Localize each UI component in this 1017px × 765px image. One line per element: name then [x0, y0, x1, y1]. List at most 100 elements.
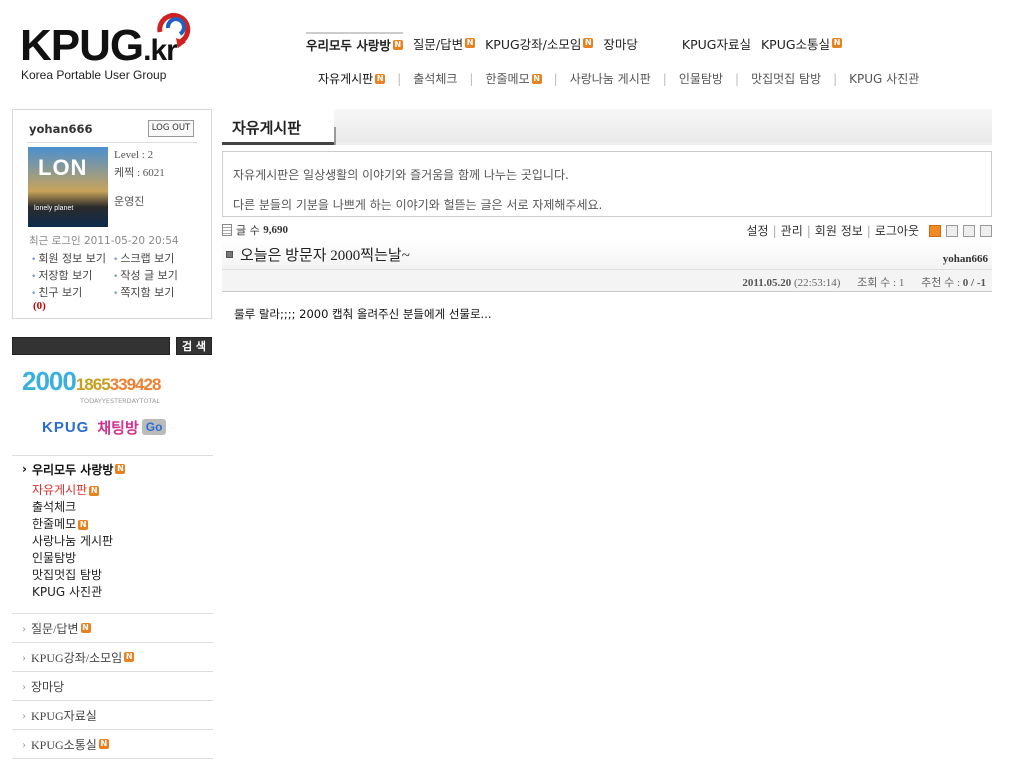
user-points: 케찍 : 6021	[114, 167, 165, 179]
username: yohan666	[29, 122, 93, 136]
top-nav-item-3[interactable]: 장마당	[603, 34, 638, 53]
new-badge-icon: N	[89, 485, 100, 496]
member-info-link[interactable]: 회원 정보	[815, 222, 863, 239]
post-date: 2011.05.20	[742, 277, 792, 289]
side-section-2: 장마당	[12, 671, 213, 700]
nav-separator: |	[469, 71, 474, 86]
new-badge-icon: N	[98, 739, 109, 749]
total-count: 339428	[109, 375, 162, 394]
user-level: Level : 2	[114, 149, 154, 161]
message-count[interactable]: (0)	[33, 300, 46, 312]
logo-tagline: Korea Portable User Group	[21, 68, 167, 82]
list-view-icon[interactable]	[946, 224, 958, 237]
side-section-4: KPUG소통실N	[12, 729, 213, 758]
side-section-title[interactable]: 질문/답변N	[12, 614, 213, 642]
nav-separator: |	[397, 71, 402, 86]
chat-go-button[interactable]: Go	[141, 419, 167, 435]
user-role: 운영진	[114, 195, 145, 208]
side-section-title[interactable]: KPUG강좌/소모임N	[12, 643, 213, 671]
new-badge-icon: N	[375, 73, 386, 84]
settings-link[interactable]: 설정	[747, 222, 769, 239]
rss-icon[interactable]	[929, 224, 941, 237]
top-nav-item-4[interactable]: KPUG자료실	[682, 34, 751, 53]
avatar[interactable]: LON lonely planet	[28, 147, 108, 227]
nav-separator: |	[662, 71, 667, 86]
bullet-icon	[226, 251, 233, 258]
logo-brand: KPUG.kr	[20, 21, 178, 70]
top-nav-item-2[interactable]: KPUG강좌/소모임 N	[485, 34, 594, 53]
post-author[interactable]: yohan666	[943, 253, 988, 265]
top-nav-item-0[interactable]: 우리모두 사랑방 N	[306, 32, 403, 54]
member-info-link[interactable]: 회원 정보 보기	[31, 250, 113, 266]
scrap-link[interactable]: 스크랩 보기	[113, 250, 201, 266]
nav-separator: |	[553, 71, 558, 86]
sub-nav-item-2[interactable]: 한줄메모 N	[485, 70, 542, 87]
friends-link[interactable]: 친구 보기	[31, 284, 113, 300]
side-sub-item-6[interactable]: KPUG 사진관	[32, 584, 213, 601]
messages-link[interactable]: 쪽지함 보기	[113, 284, 201, 300]
new-badge-icon: N	[465, 38, 476, 48]
side-menu: 우리모두 사랑방N 자유게시판N출석체크한줄메모N사랑나눔 게시판인물탐방맛집멋…	[12, 455, 213, 759]
search-bar: 검 색	[12, 337, 212, 355]
side-section-3: KPUG자료실	[12, 700, 213, 729]
sub-nav-item-4[interactable]: 인물탐방	[679, 70, 723, 87]
chat-room-banner[interactable]: KPUG 채팅방 Go	[42, 416, 167, 438]
side-section-title[interactable]: KPUG소통실N	[12, 730, 213, 758]
saved-link[interactable]: 저장함 보기	[31, 267, 113, 283]
board-title-bar: 자유게시판	[222, 109, 992, 145]
divider	[12, 758, 213, 759]
side-section-open: 우리모두 사랑방N 자유게시판N출석체크한줄메모N사랑나눔 게시판인물탐방맛집멋…	[12, 455, 213, 613]
sub-nav-item-0[interactable]: 자유게시판 N	[318, 70, 386, 87]
search-input[interactable]	[12, 337, 170, 355]
document-icon	[222, 224, 232, 236]
nav-separator: |	[833, 71, 838, 86]
member-links: 회원 정보 보기 스크랩 보기 저장함 보기 작성 글 보기 친구 보기 쪽지함…	[31, 250, 201, 300]
view-count: 1	[898, 277, 905, 289]
divider	[27, 142, 197, 143]
sub-nav-item-1[interactable]: 출석체크	[413, 70, 457, 87]
side-sub-item-2[interactable]: 한줄메모 N	[32, 516, 213, 533]
new-badge-icon: N	[78, 519, 89, 530]
side-section-title[interactable]: 장마당	[12, 672, 213, 700]
side-section-title[interactable]: KPUG자료실	[12, 701, 213, 729]
board-menu: 설정 | 관리 | 회원 정보 | 로그아웃	[747, 222, 992, 239]
manage-link[interactable]: 관리	[781, 222, 803, 239]
logout-link[interactable]: 로그아웃	[875, 222, 919, 239]
top-nav-item-5[interactable]: KPUG소통실 N	[761, 34, 843, 53]
post-title-bar: 오늘은 방문자 2000찍는날~ yohan666	[222, 240, 992, 270]
nav-separator: |	[735, 71, 740, 86]
new-badge-icon: N	[115, 464, 126, 474]
webzine-view-icon[interactable]	[963, 224, 975, 237]
top-nav-primary: 우리모두 사랑방 N 질문/답변 N KPUG강좌/소모임 N 장마당 KPUG자료실 KPUG…	[306, 32, 852, 54]
side-section-1: KPUG강좌/소모임N	[12, 642, 213, 671]
today-count: 2000	[22, 366, 77, 396]
gallery-view-icon[interactable]	[980, 224, 992, 237]
new-badge-icon: N	[531, 73, 542, 84]
visitor-counter: 20001865339428 TODAYYESTERDAYTOTAL	[22, 366, 212, 408]
side-section-0: 질문/답변N	[12, 613, 213, 642]
top-nav-secondary: 자유게시판 N | 출석체크 | 한줄메모 N | 사랑나눔 게시판 | 인물탐방 | 맛집멋집 탐방 |…	[318, 70, 919, 87]
side-sub-item-4[interactable]: 인물탐방	[32, 550, 213, 567]
new-badge-icon: N	[583, 38, 594, 48]
side-section-title[interactable]: 우리모두 사랑방N	[12, 456, 213, 482]
side-sub-item-0[interactable]: 자유게시판 N	[32, 482, 213, 499]
post-count: 글 수 9,690	[222, 222, 288, 238]
new-badge-icon: N	[124, 652, 135, 662]
post-meta: 2011.05.20 (22:53:14) 조회 수 : 1 추천 수 : 0 …	[222, 270, 992, 292]
side-sub-item-1[interactable]: 출석체크	[32, 499, 213, 516]
side-sub-item-3[interactable]: 사랑나눔 게시판	[32, 533, 213, 550]
site-logo[interactable]: KPUG.kr Korea Portable User Group	[20, 8, 200, 84]
sub-nav-item-6[interactable]: KPUG 사진관	[849, 70, 919, 87]
post: 오늘은 방문자 2000찍는날~ yohan666 2011.05.20 (22…	[222, 240, 992, 336]
post-body: 룰루 랄라;;;; 2000 캡춰 올려주신 분들에게 선물로...	[234, 307, 492, 321]
yesterday-count: 1865	[75, 375, 111, 394]
side-sub-item-5[interactable]: 맛집멋집 탐방	[32, 567, 213, 584]
sub-nav-item-5[interactable]: 맛집멋집 탐방	[751, 70, 821, 87]
post-time: (22:53:14)	[793, 277, 841, 289]
logout-button[interactable]: LOG OUT	[148, 120, 194, 137]
search-button[interactable]: 검 색	[176, 337, 212, 355]
my-posts-link[interactable]: 작성 글 보기	[113, 267, 201, 283]
top-nav-item-1[interactable]: 질문/답변 N	[413, 34, 476, 53]
board-toolbar: 글 수 9,690 설정 | 관리 | 회원 정보 | 로그아웃	[222, 221, 992, 239]
sub-nav-item-3[interactable]: 사랑나눔 게시판	[570, 70, 651, 87]
